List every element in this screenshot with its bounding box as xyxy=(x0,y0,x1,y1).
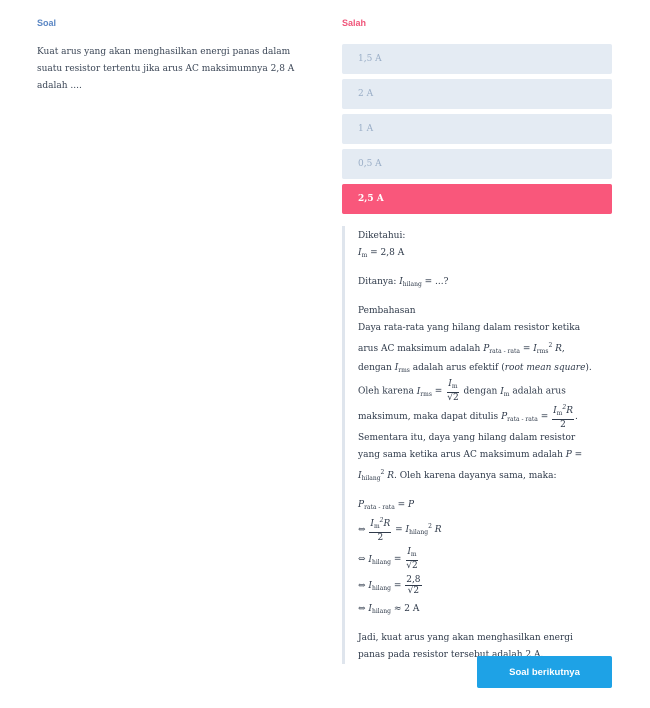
question-panel: Soal Kuat arus yang akan menghasilkan en… xyxy=(37,18,312,95)
option-e-selected-wrong[interactable]: 2,5 A xyxy=(342,184,612,214)
given-value: Im = 2,8 A xyxy=(358,248,405,259)
answer-panel: Salah 1,5 A 2 A 1 A 0,5 A 2,5 A Diketahu… xyxy=(342,18,612,664)
given-label: Diketahui: xyxy=(358,231,406,241)
discussion-body: Daya rata-rata yang hilang dalam resisto… xyxy=(358,323,592,482)
step-3: ⇔ Ihilang = Im √2 xyxy=(358,547,418,571)
option-a[interactable]: 1,5 A xyxy=(342,44,612,74)
question-header: Soal xyxy=(37,18,57,28)
option-label: 2,5 A xyxy=(358,194,384,204)
option-label: 1 A xyxy=(358,124,374,134)
step-5: ⇔ Ihilang ≈ 2 A xyxy=(358,604,420,615)
question-text: Kuat arus yang akan menghasilkan energi … xyxy=(37,47,295,91)
discussion-label: Pembahasan xyxy=(358,306,416,316)
step-4: ⇔ Ihilang = 2,8 √2 xyxy=(358,575,422,596)
explanation-box: Diketahui: Im = 2,8 A Ditanya: Ihilang =… xyxy=(342,226,597,664)
asked-line: Ditanya: Ihilang = ...? xyxy=(358,277,449,288)
option-c[interactable]: 1 A xyxy=(342,114,612,144)
option-label: 2 A xyxy=(358,89,374,99)
option-label: 1,5 A xyxy=(358,54,382,64)
option-d[interactable]: 0,5 A xyxy=(342,149,612,179)
result-header: Salah xyxy=(342,18,367,28)
option-label: 0,5 A xyxy=(358,159,382,169)
step-1: Prata - rata = P xyxy=(358,500,415,511)
next-question-button[interactable]: Soal berikutnya xyxy=(477,656,612,688)
option-b[interactable]: 2 A xyxy=(342,79,612,109)
options-list: 1,5 A 2 A 1 A 0,5 A 2,5 A xyxy=(342,44,612,214)
step-2: ⇔ Im2R 2 = Ihilang2 R xyxy=(358,517,442,543)
